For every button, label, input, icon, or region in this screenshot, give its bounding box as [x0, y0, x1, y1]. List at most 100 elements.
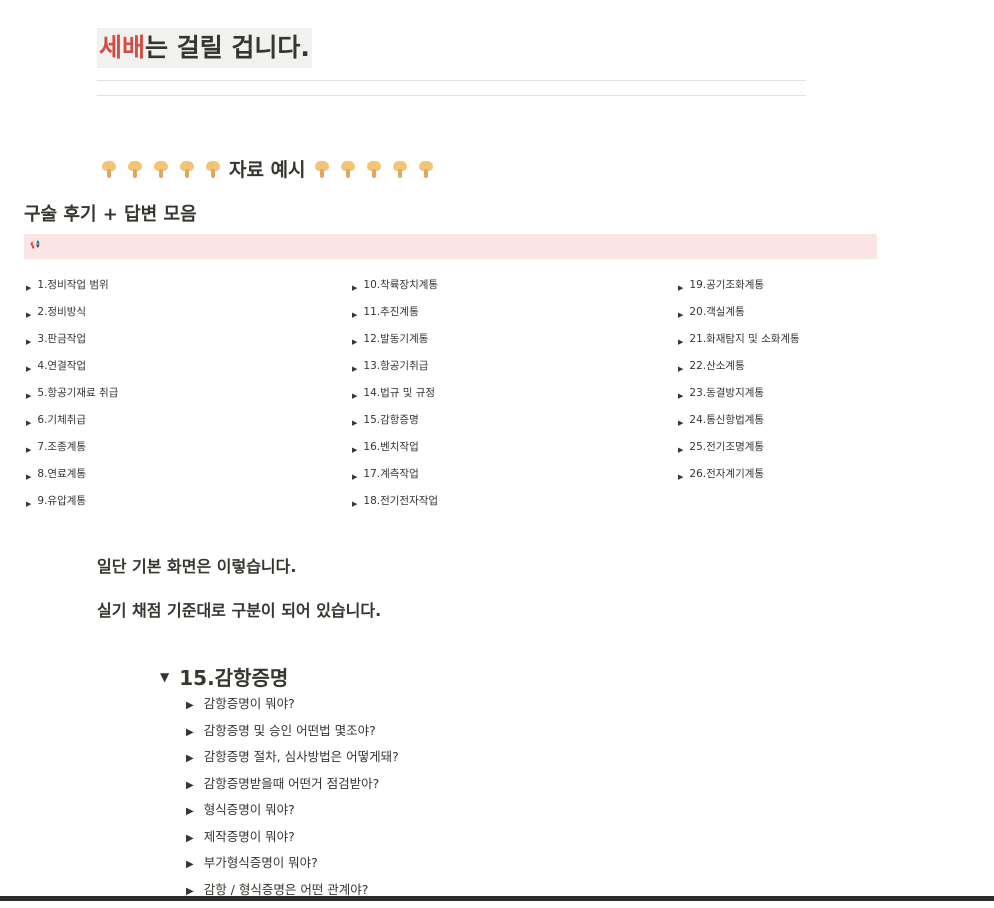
- toc-item[interactable]: ▶15.감항증명: [352, 413, 438, 440]
- triangle-right-icon[interactable]: ▶: [186, 725, 194, 741]
- triangle-right-icon[interactable]: ▶: [186, 831, 194, 847]
- toc-item-label: 2.정비방식: [37, 305, 86, 319]
- triangle-right-icon[interactable]: ▶: [26, 416, 31, 430]
- triangle-right-icon[interactable]: ▶: [678, 281, 683, 295]
- triangle-right-icon[interactable]: ▶: [352, 281, 357, 295]
- toc-item-label: 22.산소계통: [689, 359, 744, 373]
- triangle-right-icon[interactable]: ▶: [26, 281, 31, 295]
- triangle-right-icon[interactable]: ▶: [352, 308, 357, 322]
- example-row: 자료 예시: [101, 155, 444, 182]
- paragraph: 일단 기본 화면은 이렇습니다.: [97, 553, 296, 577]
- toc-item[interactable]: ▶ 21.화재탐지 및 소화계통: [678, 332, 800, 359]
- triangle-right-icon[interactable]: ▶: [352, 362, 357, 376]
- toc-item[interactable]: ▶6.기체취급: [26, 413, 118, 440]
- triangle-right-icon[interactable]: ▶: [352, 335, 357, 349]
- toc-item-label: 11.추진계통: [363, 305, 418, 319]
- triangle-right-icon[interactable]: ▶: [352, 443, 357, 457]
- toc-item[interactable]: ▶ 22.산소계통: [678, 359, 800, 386]
- triangle-right-icon[interactable]: ▶: [26, 308, 31, 322]
- triangle-right-icon[interactable]: ▶: [678, 470, 683, 484]
- faq-item[interactable]: ▶ 감항증명 절차, 심사방법은 어떻게돼?: [186, 749, 399, 776]
- toc-item-label: 24.통신항법계통: [689, 413, 764, 427]
- backhand-index-pointing-down-icon: [179, 159, 195, 179]
- toc-item-label: 16.벤치작업: [363, 440, 418, 454]
- toc-item[interactable]: ▶ 16.벤치작업: [352, 440, 438, 467]
- triangle-right-icon[interactable]: ▶: [26, 335, 31, 349]
- triangle-right-icon[interactable]: ▶: [678, 416, 683, 430]
- toc-item[interactable]: ▶ 24.통신항법계통: [678, 413, 800, 440]
- toc-item[interactable]: ▶19.공기조화계통: [678, 278, 800, 305]
- backhand-index-pointing-down-icon: [418, 159, 434, 179]
- toc-item-label: 7.조종계통: [37, 440, 86, 454]
- toc-item[interactable]: ▶10.착륙장치계통: [352, 278, 438, 305]
- faq-item-label: 감항증명받을때 어떤거 점검받아?: [204, 776, 380, 792]
- backhand-index-pointing-down-icon: [153, 159, 169, 179]
- triangle-right-icon[interactable]: ▶: [26, 443, 31, 457]
- toc-item[interactable]: ▶ 7.조종계통: [26, 440, 118, 467]
- toc-column-2: ▶10.착륙장치계통▶11.추진계통▶12.발동기계통▶13.항공기취급▶14.…: [352, 278, 438, 521]
- page-heading: 세배는 걸릴 겁니다.: [97, 28, 312, 68]
- backhand-index-pointing-down-icon: [205, 159, 221, 179]
- toc-item[interactable]: ▶ 14.법규 및 규정: [352, 386, 438, 413]
- triangle-right-icon[interactable]: ▶: [352, 389, 357, 403]
- toc-item-label: 8.연료계통: [37, 467, 86, 481]
- toc-item-label: 18.전기전자작업: [363, 494, 438, 508]
- toc-item-label: 4.연결작업: [37, 359, 86, 373]
- triangle-right-icon[interactable]: ▶: [26, 389, 31, 403]
- toc-item[interactable]: ▶26.전자계기계통: [678, 467, 800, 494]
- triangle-right-icon[interactable]: ▶: [678, 443, 683, 457]
- toc-item[interactable]: ▶13.항공기취급: [352, 359, 438, 386]
- triangle-down-icon[interactable]: ▼: [160, 670, 169, 684]
- toc-item-label: 9.유압계통: [37, 494, 86, 508]
- toc-item[interactable]: ▶5.항공기재료 취급: [26, 386, 118, 413]
- toc-item[interactable]: ▶12.발동기계통: [352, 332, 438, 359]
- toc-item-label: 21.화재탐지 및 소화계통: [689, 332, 799, 346]
- faq-item[interactable]: ▶제작증명이 뭐야?: [186, 829, 399, 856]
- triangle-right-icon[interactable]: ▶: [26, 497, 31, 511]
- toc-item[interactable]: ▶ 11.추진계통: [352, 305, 438, 332]
- faq-item[interactable]: ▶감항 / 형식증명은 어떤 관계야?: [186, 882, 399, 908]
- faq-item[interactable]: ▶형식증명이 뭐야?: [186, 802, 399, 829]
- callout-box: [24, 234, 877, 259]
- triangle-right-icon[interactable]: ▶: [678, 362, 683, 376]
- triangle-right-icon[interactable]: ▶: [186, 698, 194, 714]
- toc-item-label: 14.법규 및 규정: [363, 386, 435, 400]
- toc-column-3: ▶19.공기조화계통▶20.객실계통▶21.화재탐지 및 소화계통▶22.산소계…: [678, 278, 800, 494]
- toc-item[interactable]: ▶ 4.연결작업: [26, 359, 118, 386]
- triangle-right-icon[interactable]: ▶: [678, 308, 683, 322]
- faq-item[interactable]: ▶ 부가형식증명이 뭐야?: [186, 855, 399, 882]
- faq-item[interactable]: ▶ 감항증명받을때 어떤거 점검받아?: [186, 776, 399, 803]
- toggle-heading[interactable]: ▼ 15.감항증명: [160, 662, 288, 691]
- triangle-right-icon[interactable]: ▶: [26, 362, 31, 376]
- faq-item[interactable]: ▶ 감항증명이 뭐야?: [186, 696, 399, 723]
- toc-item[interactable]: ▶ 9.유압계통: [26, 494, 118, 521]
- toc-item[interactable]: ▶20.객실계통: [678, 305, 800, 332]
- faq-list: ▶감항증명이 뭐야?▶감항증명 및 승인 어떤법 몇조야?▶감항증명 절차, 심…: [186, 696, 399, 908]
- faq-item-label: 부가형식증명이 뭐야?: [204, 855, 318, 871]
- faq-item-label: 감항증명 절차, 심사방법은 어떻게돼?: [204, 749, 399, 765]
- backhand-index-pointing-down-icon: [392, 159, 408, 179]
- triangle-right-icon[interactable]: ▶: [26, 470, 31, 484]
- toc-item[interactable]: ▶ 2.정비방식: [26, 305, 118, 332]
- faq-item-label: 감항증명이 뭐야?: [204, 696, 295, 712]
- faq-item[interactable]: ▶감항증명 및 승인 어떤법 몇조야?: [186, 723, 399, 750]
- triangle-right-icon[interactable]: ▶: [186, 804, 194, 820]
- heading-rest: 는 걸릴 겁니다.: [145, 33, 310, 62]
- toc-item[interactable]: ▶3.판금작업: [26, 332, 118, 359]
- triangle-right-icon[interactable]: ▶: [186, 751, 194, 767]
- toc-item[interactable]: ▶ 8.연료계통: [26, 467, 118, 494]
- toc-item[interactable]: ▶ 17.계측작업: [352, 467, 438, 494]
- triangle-right-icon[interactable]: ▶: [352, 416, 357, 430]
- triangle-right-icon[interactable]: ▶: [186, 778, 194, 794]
- triangle-right-icon[interactable]: ▶: [352, 470, 357, 484]
- triangle-right-icon[interactable]: ▶: [186, 857, 194, 873]
- triangle-right-icon[interactable]: ▶: [352, 497, 357, 511]
- toc-item-label: 17.계측작업: [363, 467, 418, 481]
- toc-item[interactable]: ▶25.전기조명계통: [678, 440, 800, 467]
- megaphone-icon: 📢: [30, 240, 40, 250]
- triangle-right-icon[interactable]: ▶: [678, 335, 683, 349]
- toc-item[interactable]: ▶23.동결방지계통: [678, 386, 800, 413]
- triangle-right-icon[interactable]: ▶: [678, 389, 683, 403]
- toc-item[interactable]: ▶1.정비작업 범위: [26, 278, 118, 305]
- toc-item[interactable]: ▶ 18.전기전자작업: [352, 494, 438, 521]
